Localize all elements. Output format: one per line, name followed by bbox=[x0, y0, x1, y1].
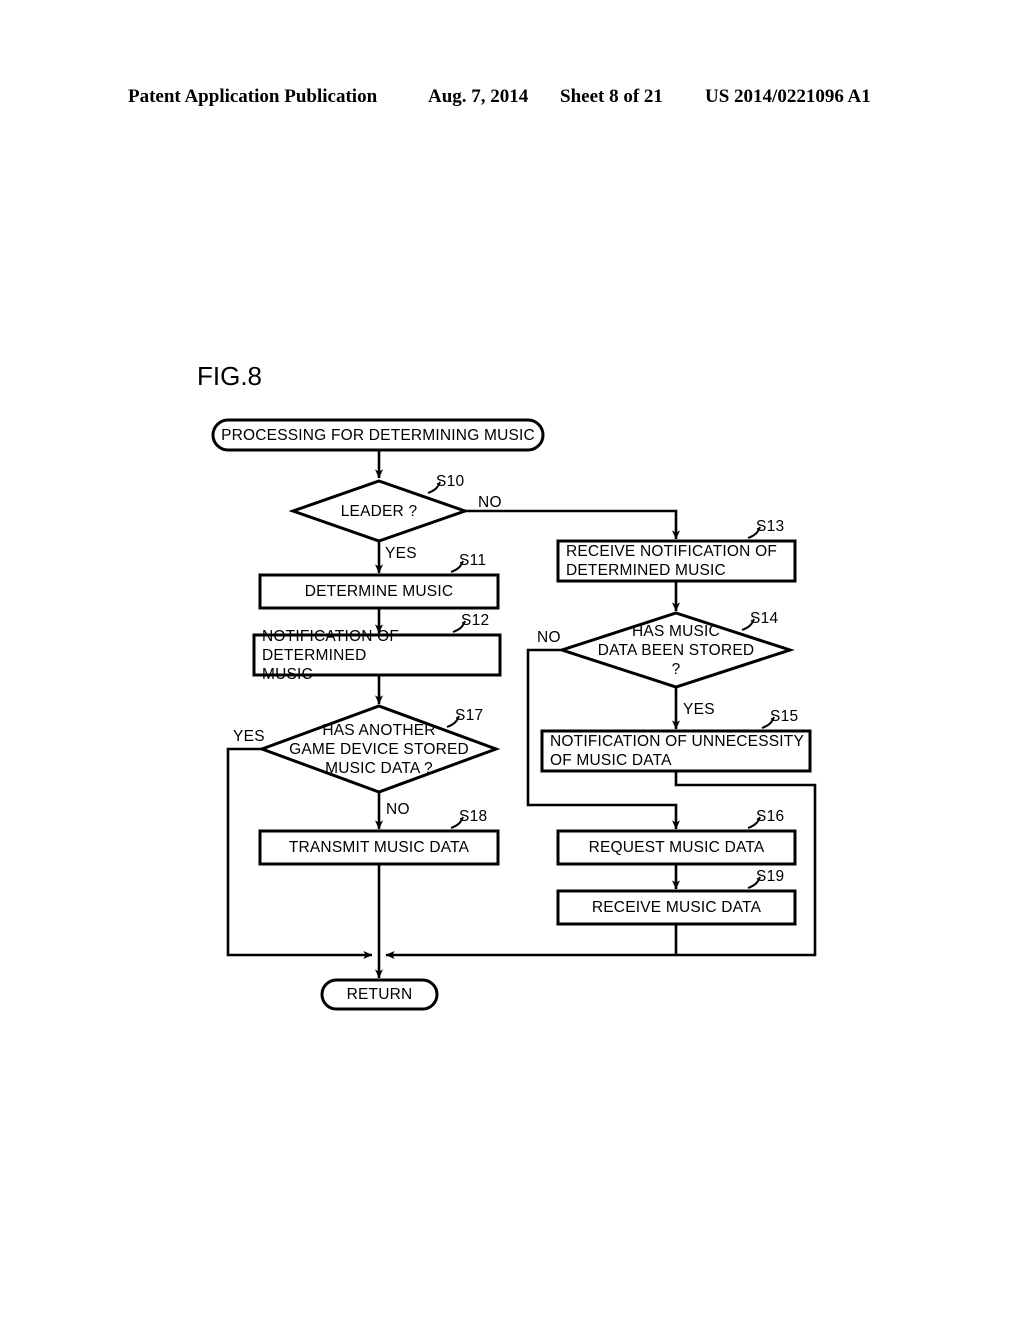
step-label-s19: S19 bbox=[756, 868, 785, 885]
edge-s10-no-to-s13 bbox=[465, 509, 680, 540]
return-terminal-label: RETURN bbox=[346, 986, 413, 1003]
step-label-s12: S12 bbox=[461, 612, 490, 629]
s16-process-label: REQUEST MUSIC DATA bbox=[588, 839, 765, 856]
s10-decision-label: LEADER ? bbox=[340, 502, 418, 520]
step-label-s17: S17 bbox=[455, 707, 484, 724]
s11-process-label: DETERMINE MUSIC bbox=[304, 583, 454, 600]
step-label-s13: S13 bbox=[756, 518, 785, 535]
s12-process-label: NOTIFICATION OF DETERMINED MUSIC bbox=[262, 627, 400, 683]
start-terminal-label: PROCESSING FOR DETERMINING MUSIC bbox=[221, 426, 535, 444]
step-label-s15: S15 bbox=[770, 708, 799, 725]
branch-label-s14-no: NO bbox=[537, 629, 561, 646]
s13-process-label: RECEIVE NOTIFICATION OF DETERMINED MUSIC bbox=[566, 543, 777, 579]
branch-label-s10-yes: YES bbox=[385, 545, 417, 562]
step-label-s11: S11 bbox=[459, 552, 487, 569]
step-label-s14: S14 bbox=[750, 610, 779, 627]
flowchart-svg bbox=[211, 418, 817, 1011]
branch-label-s17-yes: YES bbox=[233, 728, 265, 745]
branch-label-s17-no: NO bbox=[386, 801, 410, 818]
s17-decision-label: HAS ANOTHER GAME DEVICE STORED MUSIC DAT… bbox=[289, 721, 469, 777]
step-label-s18: S18 bbox=[459, 808, 488, 825]
step-label-s10: S10 bbox=[436, 473, 465, 490]
s15-process-label: NOTIFICATION OF UNNECESSITY OF MUSIC DAT… bbox=[550, 733, 804, 769]
s18-process-label: TRANSMIT MUSIC DATA bbox=[288, 839, 470, 856]
s19-process-label: RECEIVE MUSIC DATA bbox=[591, 899, 762, 916]
branch-label-s14-yes: YES bbox=[683, 701, 715, 718]
step-label-s16: S16 bbox=[756, 808, 785, 825]
branch-label-s10-no: NO bbox=[478, 494, 502, 511]
flowchart-diagram: PROCESSING FOR DETERMINING MUSIC LEADER … bbox=[0, 0, 1024, 1320]
s14-decision-label: HAS MUSIC DATA BEEN STORED ? bbox=[597, 622, 755, 678]
